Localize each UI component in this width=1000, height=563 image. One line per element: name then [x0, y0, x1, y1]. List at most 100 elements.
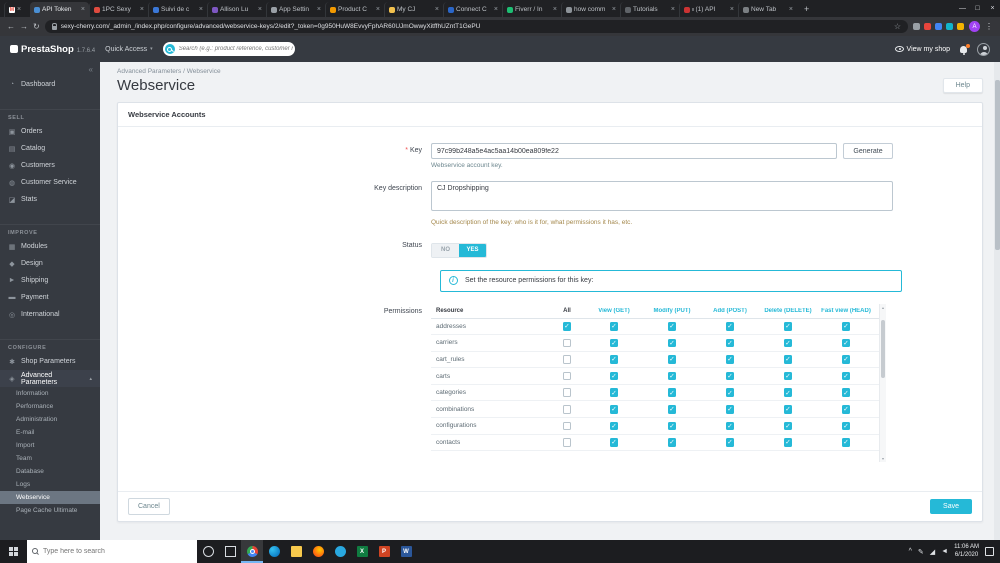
- checkbox-permission[interactable]: ✓: [725, 421, 735, 431]
- checkbox-permission[interactable]: ✓: [609, 371, 619, 381]
- extension-icon-2[interactable]: [924, 23, 931, 30]
- sidebar-subitem-page-cache-ultimate[interactable]: Page Cache Ultimate: [0, 504, 100, 517]
- tab-close-icon[interactable]: ×: [553, 6, 557, 13]
- pen-icon[interactable]: ✎: [918, 548, 924, 556]
- tab-close-icon[interactable]: ×: [494, 6, 498, 13]
- tab-close-icon[interactable]: ×: [17, 6, 21, 13]
- help-button[interactable]: Help: [942, 78, 983, 93]
- checkbox-permission[interactable]: ✓: [783, 438, 793, 447]
- chrome-icon[interactable]: [241, 540, 263, 563]
- key-description-textarea[interactable]: CJ Dropshipping: [431, 181, 893, 211]
- admin-search[interactable]: [162, 42, 295, 56]
- checkbox-all[interactable]: [562, 438, 572, 447]
- table-scrollbar[interactable]: ▴ ▾: [879, 303, 886, 462]
- tab-close-icon[interactable]: ×: [317, 6, 321, 13]
- checkbox-permission[interactable]: ✓: [725, 405, 735, 414]
- checkbox-permission[interactable]: ✓: [841, 371, 851, 381]
- browser-tab[interactable]: Tutorials ×: [620, 2, 679, 17]
- checkbox-permission[interactable]: ✓: [783, 338, 793, 348]
- browser-tab[interactable]: II (1) API ×: [679, 2, 738, 17]
- sidebar-item-orders[interactable]: ▣ Orders: [0, 123, 100, 140]
- back-icon[interactable]: ←: [7, 22, 15, 31]
- taskbar-clock[interactable]: 11:06 AM 6/1/2020: [954, 544, 979, 559]
- browser-tab[interactable]: My CJ ×: [384, 2, 443, 17]
- admin-search-input[interactable]: [178, 46, 293, 52]
- start-button[interactable]: [0, 540, 27, 563]
- browser-menu-icon[interactable]: ⋮: [985, 22, 993, 31]
- checkbox-permission[interactable]: ✓: [783, 405, 793, 414]
- sidebar-item-shipping[interactable]: ► Shipping: [0, 272, 100, 289]
- forward-icon[interactable]: →: [20, 22, 28, 31]
- save-button[interactable]: Save: [930, 499, 972, 514]
- address-bar[interactable]: sexy-cherry.com/_admin_/index.php/config…: [44, 20, 908, 33]
- checkbox-permission[interactable]: ✓: [783, 388, 793, 397]
- sidebar-item-customer-service[interactable]: ◍ Customer Service: [0, 174, 100, 191]
- sidebar-item-stats[interactable]: ◪ Stats: [0, 191, 100, 208]
- cancel-button[interactable]: Cancel: [128, 498, 170, 515]
- scrollbar-thumb[interactable]: [881, 319, 885, 378]
- sidebar-item-payment[interactable]: ▬ Payment: [0, 289, 100, 306]
- tab-close-icon[interactable]: ×: [671, 6, 675, 13]
- checkbox-permission[interactable]: ✓: [609, 388, 619, 397]
- close-button[interactable]: ×: [985, 0, 1000, 17]
- prestashop-logo[interactable]: PrestaShop 1.7.6.4: [10, 44, 95, 55]
- extension-icon-5[interactable]: [957, 23, 964, 30]
- checkbox-all[interactable]: [562, 338, 572, 348]
- taskbar-search[interactable]: [27, 540, 197, 563]
- bookmark-star-icon[interactable]: ☆: [894, 22, 901, 31]
- powerpoint-icon[interactable]: [373, 540, 395, 563]
- skype-icon[interactable]: [329, 540, 351, 563]
- tab-close-icon[interactable]: ×: [258, 6, 262, 13]
- checkbox-permission[interactable]: ✓: [609, 421, 619, 431]
- checkbox-permission[interactable]: ✓: [841, 355, 851, 364]
- notifications-bell-icon[interactable]: [960, 44, 970, 55]
- browser-tab[interactable]: 1PC Sexy ×: [89, 2, 148, 17]
- sidebar-item-modules[interactable]: ▦ Modules: [0, 238, 100, 255]
- edge-icon[interactable]: [263, 540, 285, 563]
- sidebar-subitem-e-mail[interactable]: E-mail: [0, 426, 100, 439]
- checkbox-permission[interactable]: ✓: [609, 338, 619, 348]
- browser-tab[interactable]: App Settin ×: [266, 2, 325, 17]
- checkbox-permission[interactable]: ✓: [783, 355, 793, 364]
- tab-close-icon[interactable]: ×: [435, 6, 439, 13]
- sidebar-subitem-information[interactable]: Information: [0, 387, 100, 400]
- browser-tab[interactable]: M ×: [4, 2, 30, 17]
- sidebar-item-dashboard[interactable]: ◔ Dashboard: [0, 76, 100, 93]
- cortana-icon[interactable]: [197, 540, 219, 563]
- checkbox-all[interactable]: [562, 388, 572, 397]
- sidebar-item-advanced-parameters[interactable]: ◈ Advanced Parameters ▴: [0, 370, 100, 387]
- tray-chevron-up-icon[interactable]: ^: [909, 548, 912, 555]
- checkbox-permission[interactable]: ✓: [725, 438, 735, 447]
- scroll-down-icon[interactable]: ▾: [880, 456, 886, 461]
- quick-access-dropdown[interactable]: Quick Access ▾: [105, 46, 153, 53]
- checkbox-permission[interactable]: ✓: [609, 438, 619, 447]
- sidebar-subitem-database[interactable]: Database: [0, 465, 100, 478]
- sidebar-subitem-team[interactable]: Team: [0, 452, 100, 465]
- checkbox-all[interactable]: [562, 405, 572, 414]
- checkbox-permission[interactable]: ✓: [725, 355, 735, 364]
- file-explorer-icon[interactable]: [285, 540, 307, 563]
- status-no-option[interactable]: NO: [432, 243, 459, 257]
- checkbox-permission[interactable]: ✓: [841, 322, 851, 331]
- checkbox-permission[interactable]: ✓: [667, 338, 677, 348]
- browser-tab[interactable]: Fiverr / In ×: [502, 2, 561, 17]
- checkbox-permission[interactable]: ✓: [667, 405, 677, 414]
- tab-close-icon[interactable]: ×: [199, 6, 203, 13]
- checkbox-permission[interactable]: ✓: [841, 338, 851, 348]
- checkbox-all[interactable]: [562, 371, 572, 381]
- view-my-shop-link[interactable]: View my shop: [894, 46, 950, 53]
- task-view-icon[interactable]: [219, 540, 241, 563]
- page-scrollbar[interactable]: [994, 62, 1000, 540]
- checkbox-permission[interactable]: ✓: [841, 421, 851, 431]
- checkbox-permission[interactable]: ✓: [783, 371, 793, 381]
- status-yes-option[interactable]: YES: [459, 243, 486, 257]
- sidebar-item-design[interactable]: ◆ Design: [0, 255, 100, 272]
- checkbox-permission[interactable]: ✓: [609, 355, 619, 364]
- sidebar-subitem-administration[interactable]: Administration: [0, 413, 100, 426]
- tab-close-icon[interactable]: ×: [376, 6, 380, 13]
- key-input[interactable]: [431, 143, 837, 159]
- sidebar-item-catalog[interactable]: ▤ Catalog: [0, 140, 100, 157]
- checkbox-permission[interactable]: ✓: [783, 322, 793, 331]
- firefox-icon[interactable]: [307, 540, 329, 563]
- checkbox-permission[interactable]: ✓: [667, 421, 677, 431]
